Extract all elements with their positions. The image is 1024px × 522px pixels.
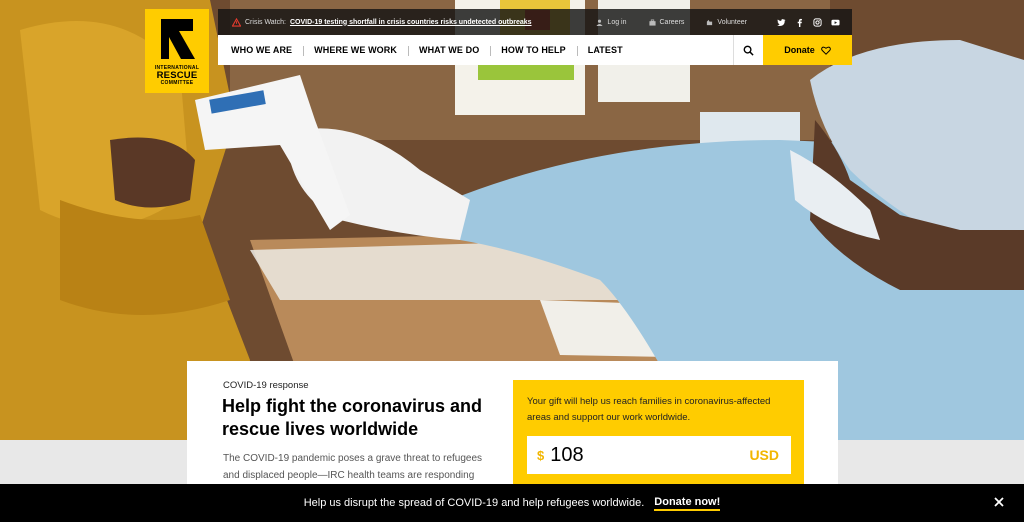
careers-label: Careers	[659, 18, 685, 26]
nav-item-who-we-are[interactable]: WHO WE ARE	[218, 45, 303, 55]
card-eyebrow: COVID-19 response	[223, 380, 309, 391]
donation-banner: Help us disrupt the spread of COVID-19 a…	[0, 484, 1024, 522]
donate-button[interactable]: Donate	[763, 35, 852, 65]
hand-icon	[707, 19, 713, 25]
card-lede: The COVID-19 pandemic poses a grave thre…	[223, 453, 483, 481]
heart-icon	[820, 46, 831, 55]
careers-link[interactable]: Careers	[648, 18, 685, 26]
nav-item-where-we-work[interactable]: WHERE WE WORK	[303, 45, 408, 56]
donation-message: Your gift will help us reach families in…	[527, 396, 771, 423]
irc-logo[interactable]: INTERNATIONAL RESCUE COMMITTEE	[145, 9, 209, 93]
currency-code: USD	[749, 447, 779, 463]
alert-link[interactable]: COVID-19 testing shortfall in crisis cou…	[290, 19, 532, 26]
card-headline: Help fight the coronavirus and rescue li…	[222, 396, 483, 439]
utility-links: Log in Careers Volunteer	[596, 17, 852, 27]
donate-now-link[interactable]: Donate now!	[654, 496, 721, 511]
social-links	[777, 17, 840, 27]
briefcase-icon	[648, 19, 656, 26]
nav-item-what-we-do[interactable]: WHAT WE DO	[407, 45, 490, 56]
utility-bar: Crisis Watch: COVID-19 testing shortfall…	[218, 9, 852, 35]
user-icon	[596, 19, 603, 26]
youtube-icon[interactable]	[831, 18, 840, 27]
volunteer-link[interactable]: Volunteer	[706, 19, 747, 26]
donate-label: Donate	[784, 45, 815, 55]
amount-input[interactable]	[550, 443, 701, 467]
donation-amount-field[interactable]: $ USD	[527, 436, 791, 474]
nav-item-how-to-help[interactable]: HOW TO HELP	[490, 45, 576, 56]
warning-icon	[232, 17, 241, 27]
covid-response-card: COVID-19 response Help fight the coronav…	[187, 361, 838, 491]
nav-item-latest[interactable]: LATEST	[576, 45, 634, 56]
crisis-alert[interactable]: Crisis Watch: COVID-19 testing shortfall…	[218, 17, 532, 27]
alert-label: Crisis Watch:	[245, 18, 286, 26]
login-link[interactable]: Log in	[596, 18, 627, 26]
donation-form: Your gift will help us reach families in…	[513, 380, 804, 491]
search-button[interactable]	[733, 35, 763, 65]
twitter-icon[interactable]	[777, 18, 786, 27]
volunteer-label: Volunteer	[717, 18, 747, 26]
instagram-icon[interactable]	[813, 17, 822, 27]
irc-logo-mark-icon	[161, 19, 195, 59]
close-icon[interactable]	[992, 495, 1006, 509]
search-icon	[743, 45, 754, 56]
logo-text-line-3: COMMITTEE	[160, 79, 194, 86]
facebook-icon[interactable]	[795, 18, 804, 27]
main-nav: WHO WE ARE WHERE WE WORK WHAT WE DO HOW …	[218, 35, 852, 65]
currency-symbol: $	[537, 447, 545, 463]
banner-text: Help us disrupt the spread of COVID-19 a…	[303, 497, 645, 509]
login-label: Log in	[607, 18, 627, 26]
